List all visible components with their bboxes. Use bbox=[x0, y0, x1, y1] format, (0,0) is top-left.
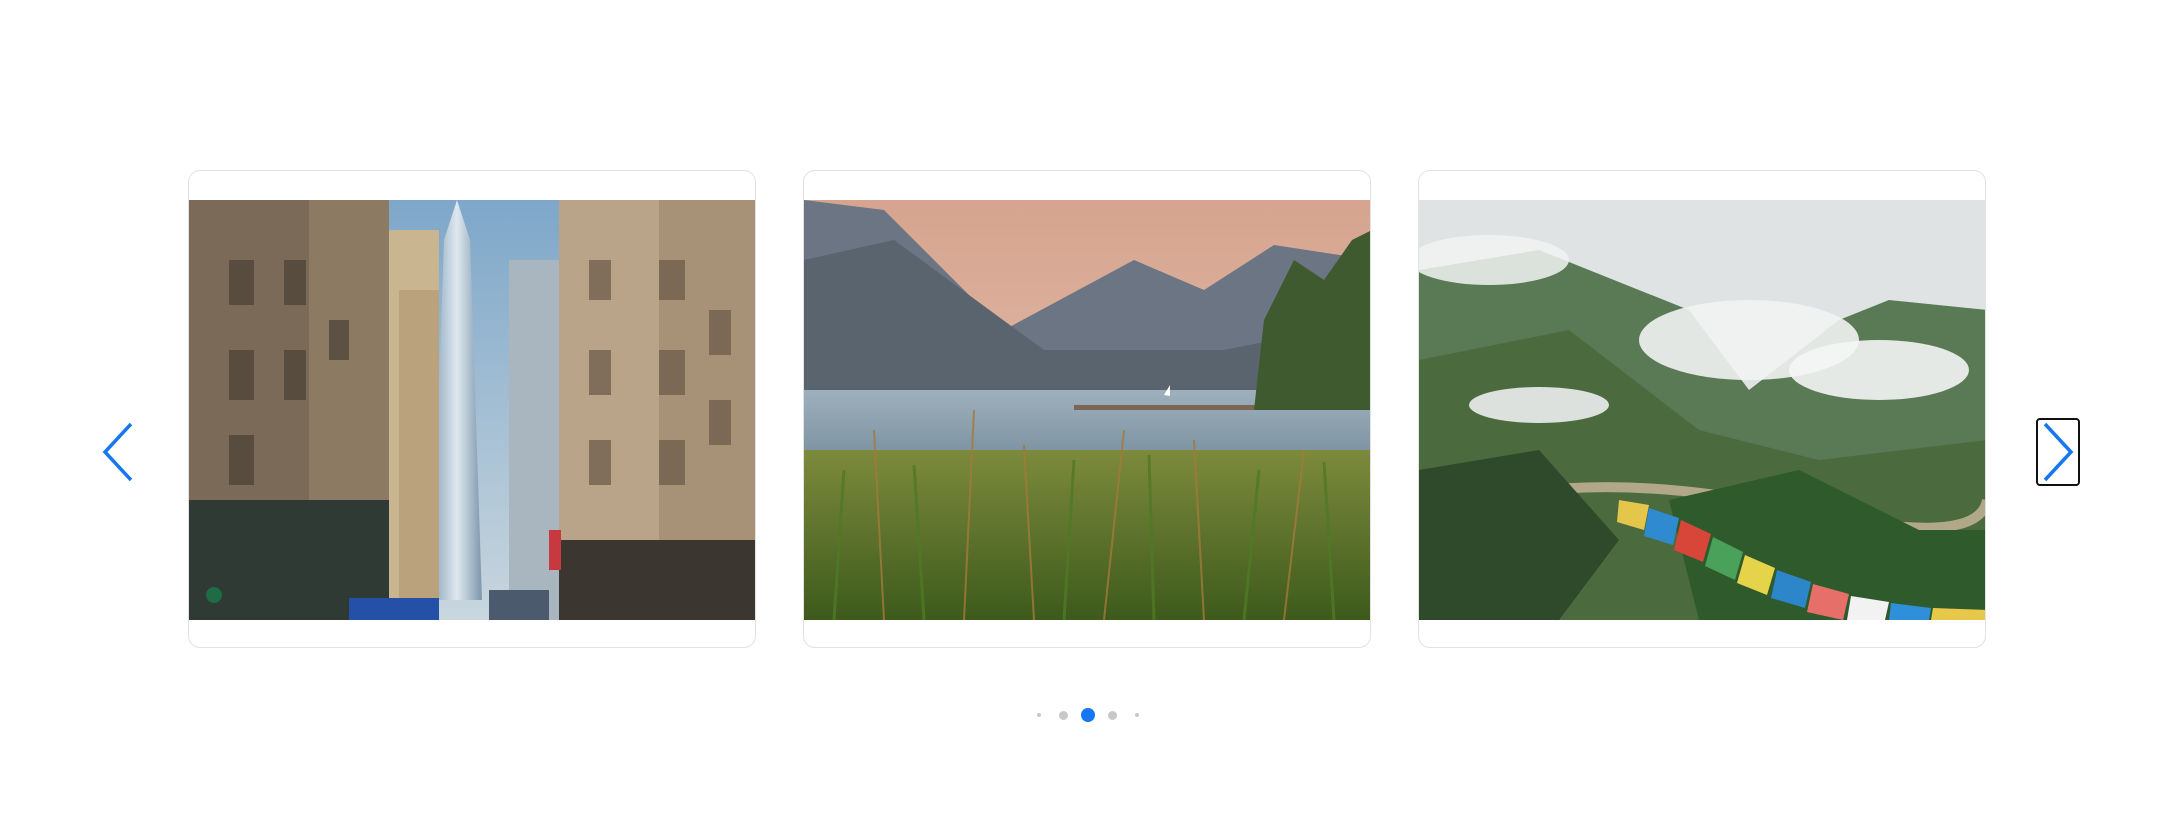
chevron-right-icon bbox=[2043, 422, 2074, 482]
slide-image-lake bbox=[804, 200, 1370, 620]
next-slide-button[interactable] bbox=[2036, 418, 2080, 486]
pagination-dot[interactable] bbox=[1059, 710, 1068, 720]
pagination-dot[interactable] bbox=[1135, 713, 1139, 717]
carousel-pagination bbox=[1030, 707, 1140, 723]
carousel-slide[interactable] bbox=[803, 170, 1371, 648]
slide-image-city bbox=[189, 200, 755, 620]
carousel-slide[interactable] bbox=[188, 170, 756, 648]
chevron-left-icon bbox=[102, 422, 133, 482]
pagination-dot[interactable] bbox=[1108, 710, 1117, 720]
pagination-dot-active[interactable] bbox=[1081, 708, 1095, 722]
pagination-dot[interactable] bbox=[1037, 713, 1041, 717]
previous-slide-button[interactable] bbox=[96, 418, 140, 486]
slide-image-mountains bbox=[1419, 200, 1985, 620]
image-carousel bbox=[0, 0, 2159, 816]
carousel-slide[interactable] bbox=[1418, 170, 1986, 648]
